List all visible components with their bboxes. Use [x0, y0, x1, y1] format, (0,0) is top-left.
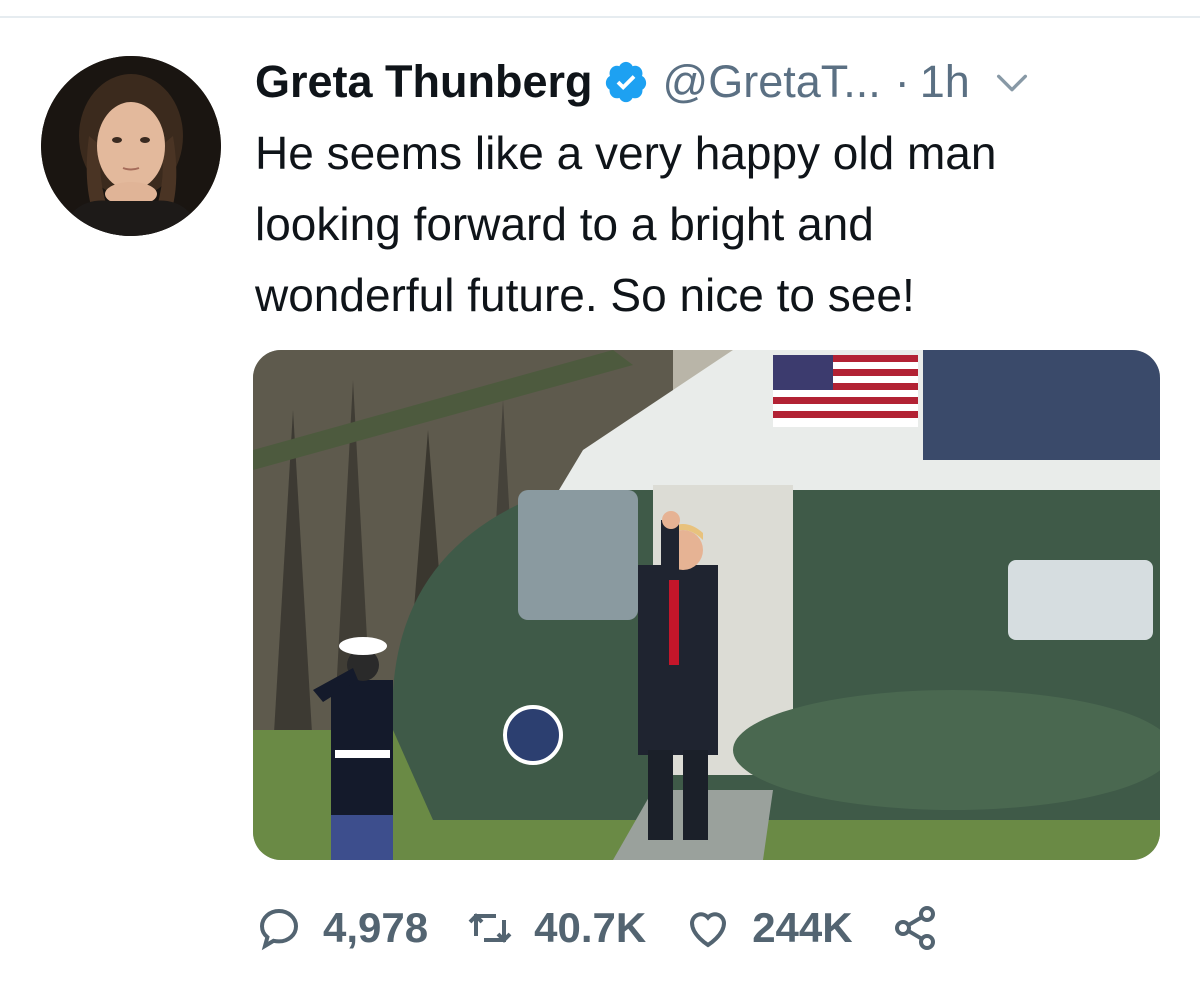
- reply-action[interactable]: 4,978: [255, 904, 466, 952]
- tweet-text: He seems like a very happy old man looki…: [255, 127, 997, 321]
- like-action[interactable]: 244K: [684, 904, 890, 952]
- speech-bubble-icon[interactable]: [255, 904, 303, 952]
- photo-image: [253, 350, 1160, 860]
- retweet-count: 40.7K: [534, 904, 647, 951]
- avatar[interactable]: [41, 56, 221, 236]
- tweet[interactable]: Greta Thunberg @GretaT... · 1h He seems …: [0, 0, 1200, 991]
- tweet-header: Greta Thunberg @GretaT... · 1h: [255, 52, 1032, 112]
- reply-count: 4,978: [323, 904, 429, 951]
- retweet-action[interactable]: 40.7K: [466, 904, 684, 952]
- chevron-down-icon[interactable]: [992, 62, 1032, 102]
- heart-icon[interactable]: [684, 904, 732, 952]
- share-action[interactable]: [891, 904, 939, 952]
- like-count: 244K: [752, 904, 853, 951]
- handle[interactable]: @GretaT...: [663, 56, 881, 108]
- share-icon[interactable]: [891, 904, 939, 952]
- retweet-icon[interactable]: [466, 904, 514, 952]
- display-name[interactable]: Greta Thunberg: [255, 56, 593, 108]
- separator-dot: ·: [894, 56, 910, 107]
- action-bar: 4,978 40.7K 244K: [255, 898, 939, 958]
- avatar-image: [41, 56, 221, 236]
- verified-badge-icon: [603, 59, 649, 105]
- timestamp[interactable]: 1h: [920, 56, 970, 108]
- tweet-photo[interactable]: [253, 350, 1160, 860]
